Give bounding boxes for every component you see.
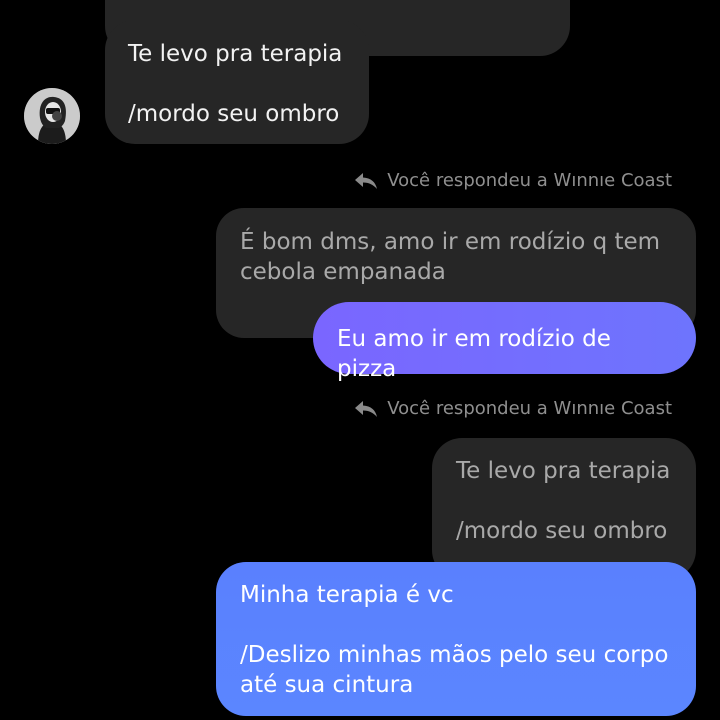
reply-label-text: Você respondeu a Wınnıe Coast: [387, 398, 672, 419]
reply-label-text: Você respondeu a Wınnıe Coast: [387, 170, 672, 191]
reply-arrow-icon: [355, 400, 378, 417]
sent-message-bubble[interactable]: Eu amo ir em rodízio de pizza: [313, 302, 696, 382]
reply-context-label: Você respondeu a Wınnıe Coast: [354, 170, 672, 191]
reply-context-label: Você respondeu a Wınnıe Coast: [354, 398, 672, 419]
quoted-message-bubble[interactable]: Te levo pra terapia /mordo seu ombro: [432, 438, 696, 580]
reply-arrow-icon: [355, 172, 378, 189]
avatar-photo-icon: [24, 88, 80, 144]
incoming-message-bubble[interactable]: Te levo pra terapia /mordo seu ombro: [105, 20, 369, 144]
sender-avatar[interactable]: [24, 88, 80, 144]
sent-message-bubble[interactable]: Minha terapia é vc /Deslizo minhas mãos …: [216, 562, 696, 716]
